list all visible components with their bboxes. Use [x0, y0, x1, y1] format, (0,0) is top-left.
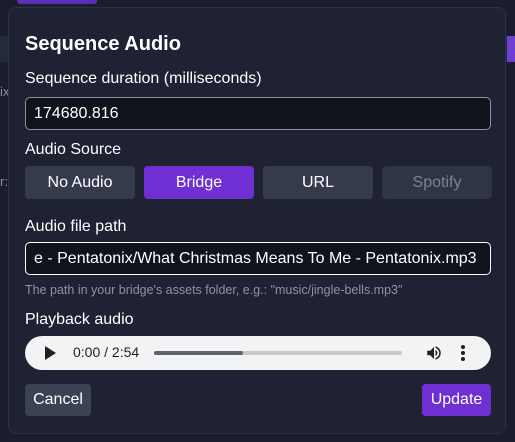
duration-label: Sequence duration (milliseconds) — [25, 70, 262, 87]
audio-source-spotify-button[interactable]: Spotify — [382, 166, 492, 199]
audio-player[interactable]: 0:00 / 2:54 — [25, 336, 491, 370]
audio-source-bridge-button[interactable]: Bridge — [144, 166, 254, 199]
dialog-title: Sequence Audio — [25, 33, 181, 55]
background-tab-indicator — [17, 0, 97, 4]
audio-seek-progress — [154, 351, 244, 355]
play-icon[interactable] — [45, 346, 56, 360]
background-side-button — [507, 36, 515, 62]
audio-source-url-button[interactable]: URL — [263, 166, 373, 199]
sequence-audio-dialog: Sequence Audio Sequence duration (millis… — [8, 7, 506, 434]
audio-time: 0:00 / 2:54 — [73, 344, 140, 360]
duration-input[interactable]: 174680.816 — [25, 97, 491, 130]
update-button[interactable]: Update — [422, 384, 491, 416]
file-path-label: Audio file path — [25, 218, 127, 235]
cancel-button[interactable]: Cancel — [25, 384, 91, 416]
file-path-hint: The path in your bridge's assets folder,… — [25, 283, 403, 297]
more-options-icon[interactable] — [460, 344, 466, 362]
audio-seek-bar[interactable] — [154, 351, 402, 355]
playback-label: Playback audio — [25, 311, 134, 328]
audio-source-no-audio-button[interactable]: No Audio — [25, 166, 135, 199]
audio-source-label: Audio Source — [25, 141, 122, 158]
volume-icon[interactable] — [425, 344, 443, 362]
file-path-input[interactable]: e - Pentatonix/What Christmas Means To M… — [25, 242, 491, 275]
